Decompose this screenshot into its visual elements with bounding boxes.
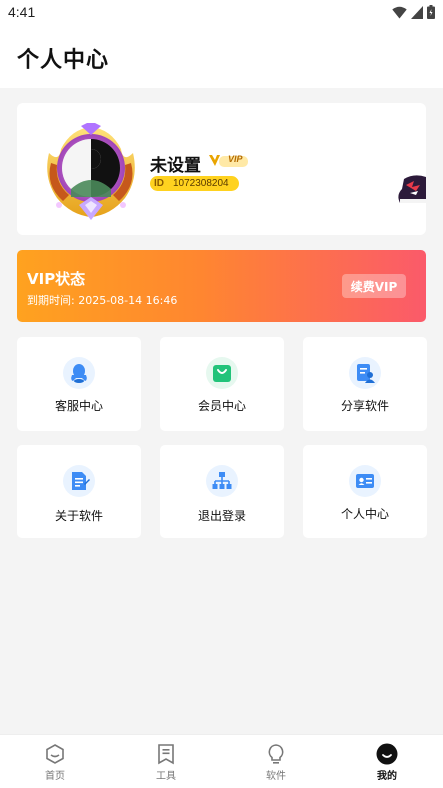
avatar[interactable] [41, 121, 141, 221]
lightbulb-icon [268, 744, 284, 764]
vip-status-title: VIP状态 [27, 270, 86, 288]
tab-software[interactable]: 软件 [246, 735, 306, 788]
tile-label: 关于软件 [54, 509, 103, 523]
home-hexagon-icon [46, 744, 64, 764]
username: 未设置 [150, 156, 201, 176]
tile-label: 分享软件 [340, 399, 389, 413]
signal-icon [411, 5, 423, 19]
tab-home[interactable]: 首页 [25, 735, 85, 788]
id-label: ID [154, 178, 164, 189]
vip-badge: VIP [209, 153, 249, 173]
sitemap-icon [206, 465, 238, 497]
battery-icon [427, 5, 435, 19]
page-title: 个人中心 [17, 48, 110, 73]
document-icon [63, 465, 95, 497]
profile-smile-icon [376, 743, 398, 765]
wifi-icon [392, 6, 407, 18]
tab-label: 软件 [266, 771, 286, 782]
shopping-bag-icon [206, 357, 238, 389]
vip-status-banner: VIP状态 到期时间: 2025-08-14 16:46 续费VIP [17, 250, 426, 322]
tile-label: 会员中心 [197, 399, 246, 413]
id-number: 1072308204 [173, 178, 229, 189]
tab-tools[interactable]: 工具 [136, 735, 196, 788]
avatar-frame-icon [47, 121, 135, 220]
tile-label: 退出登录 [197, 509, 246, 523]
tab-label: 首页 [45, 771, 65, 782]
decoration-shoe-icon [398, 175, 426, 203]
tile-personal-center[interactable]: 个人中心 [303, 445, 427, 538]
tab-mine[interactable]: 我的 [357, 735, 417, 788]
id-card-icon [349, 465, 381, 497]
tile-share-software[interactable]: 分享软件 [303, 337, 427, 431]
renew-vip-button[interactable]: 续费VIP [342, 274, 406, 298]
tile-label: 个人中心 [340, 507, 389, 521]
vip-expire-value: 2025-08-14 16:46 [78, 294, 178, 307]
profile-card[interactable]: 未设置 VIP ID 1072308204 [17, 103, 426, 235]
vip-badge-text: VIP [228, 154, 243, 164]
status-time: 4:41 [8, 4, 36, 20]
tile-about-software[interactable]: 关于软件 [17, 445, 141, 538]
bottom-tab-bar: 首页 工具 软件 我的 [0, 734, 443, 788]
qq-icon [63, 357, 95, 389]
bookmark-icon [158, 744, 174, 765]
tile-customer-service[interactable]: 客服中心 [17, 337, 141, 431]
app-header: 个人中心 [0, 26, 443, 88]
user-id-badge: ID 1072308204 [150, 176, 239, 191]
tile-member-center[interactable]: 会员中心 [160, 337, 284, 431]
tile-label: 客服中心 [54, 399, 103, 413]
vip-expire-line: 到期时间: 2025-08-14 16:46 [27, 292, 177, 308]
share-user-icon [349, 357, 381, 389]
tab-label: 我的 [377, 771, 397, 782]
status-bar: 4:41 [0, 0, 443, 26]
status-icons [392, 5, 435, 19]
tab-label: 工具 [156, 771, 176, 782]
vip-expire-label: 到期时间: [27, 294, 75, 307]
tile-logout[interactable]: 退出登录 [160, 445, 284, 538]
